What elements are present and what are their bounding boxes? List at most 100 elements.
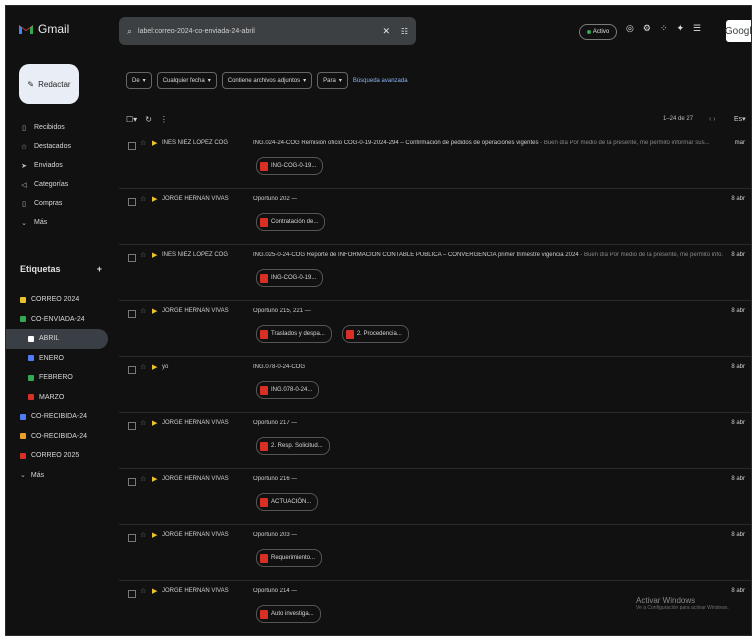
gmail-logo[interactable]: Gmail <box>18 22 69 36</box>
email-date: 8 abr <box>731 532 745 538</box>
attachment-chip[interactable]: ING.078-0-24... <box>256 381 320 399</box>
gemini-icon[interactable]: ⁘ <box>660 23 668 34</box>
important-marker-icon[interactable]: ▶ <box>152 587 157 595</box>
label-item[interactable]: ⌄ Más <box>6 466 118 486</box>
star-icon[interactable]: ☆ <box>140 475 146 483</box>
star-icon[interactable]: ☆ <box>140 307 146 315</box>
filter-chip[interactable]: Para ▾ <box>317 72 348 89</box>
status-button[interactable]: Activo <box>579 24 617 40</box>
label-item[interactable]: CO-RECIBIDA-24 <box>6 407 118 427</box>
star-icon[interactable]: ☆ <box>140 251 146 259</box>
nav-item[interactable]: ⌄ Más <box>6 213 118 232</box>
star-icon[interactable]: ☆ <box>140 419 146 427</box>
select-all-checkbox[interactable]: ☐▾ <box>126 115 137 124</box>
search-filters: De ▾ Cualquier fecha ▾ Contiene archivos adj… <box>126 72 408 89</box>
email-subject-line: ING.024-24-COG Remisión oficio COG-0-19-… <box>253 140 710 146</box>
filter-chip[interactable]: De ▾ <box>126 72 152 89</box>
filter-chip[interactable]: Cualquier fecha ▾ <box>156 72 217 89</box>
important-marker-icon[interactable]: ▶ <box>152 363 157 371</box>
row-checkbox[interactable] <box>128 534 136 542</box>
email-row[interactable]: ☆ ▶ yo ING.078-0-24-COG 8 abr ING.078-0-24... <box>119 357 751 413</box>
label-item[interactable]: ENERO <box>6 349 118 369</box>
pagination-arrows[interactable]: ‹ › <box>709 116 716 123</box>
apps-icon[interactable]: ☰ <box>693 23 701 34</box>
nav-item[interactable]: ☆ Destacados <box>6 137 118 156</box>
google-account-button[interactable]: Google <box>725 20 751 42</box>
label-item[interactable]: CORREO 2024 <box>6 290 118 310</box>
label-item[interactable]: ABRIL <box>6 329 108 349</box>
row-checkbox[interactable] <box>128 478 136 486</box>
attachment-chip[interactable]: ACTUACIÓN... <box>256 493 319 511</box>
nav-item[interactable]: ▯ Recibidos <box>6 118 118 137</box>
more-options-icon[interactable]: ⋮ <box>160 115 168 124</box>
row-checkbox[interactable] <box>128 310 136 318</box>
labels-header: Etiquetas + <box>20 264 102 274</box>
add-label-icon[interactable]: + <box>97 264 102 274</box>
refresh-icon[interactable]: ↻ <box>145 115 152 124</box>
important-marker-icon[interactable]: ▶ <box>152 139 157 147</box>
important-marker-icon[interactable]: ▶ <box>152 307 157 315</box>
star-icon[interactable]: ☆ <box>140 587 146 595</box>
search-options-icon[interactable]: ☷ <box>401 27 408 36</box>
settings-icon[interactable]: ⚙ <box>643 23 651 34</box>
email-row[interactable]: ☆ ▶ JORGE HERNAN VIVAS Oportuno 217 — 8 abr 2… <box>119 413 751 469</box>
row-checkbox[interactable] <box>128 422 136 430</box>
clear-search-icon[interactable]: ✕ <box>382 26 390 37</box>
email-row[interactable]: ☆ ▶ INES NIEZ LOPEZ COG ING.024-24-COG Remi… <box>119 133 751 189</box>
star-icon[interactable]: ☆ <box>140 363 146 371</box>
label-item[interactable]: CO-ENVIADA-24 <box>6 310 118 330</box>
row-checkbox[interactable] <box>128 254 136 262</box>
attachment-chip[interactable]: Auto investiga... <box>256 605 321 623</box>
input-tools-button[interactable]: Es▾ <box>734 115 746 123</box>
email-subject: Oportuno 217 — <box>253 420 298 426</box>
compose-button[interactable]: ✎ Redactar <box>19 64 79 104</box>
filter-chip-label: Para <box>323 77 336 84</box>
row-checkbox[interactable] <box>128 590 136 598</box>
important-marker-icon[interactable]: ▶ <box>152 531 157 539</box>
label-item[interactable]: CORREO 2025 <box>6 446 118 466</box>
email-row[interactable]: ☆ ▶ INES NIEZ LOPEZ COG ING.025-0-24-COG Re… <box>119 245 751 301</box>
nav-item[interactable]: ◁ Categorías <box>6 175 118 194</box>
attachment-chip[interactable]: Traslados y despa... <box>256 325 332 343</box>
status-label: Activo <box>592 29 610 35</box>
star-icon[interactable]: ☆ <box>140 139 146 147</box>
important-marker-icon[interactable]: ▶ <box>152 419 157 427</box>
nav-item-label: Compras <box>34 200 63 207</box>
label-item[interactable]: FEBRERO <box>6 368 118 388</box>
label-item[interactable]: CO-RECIBIDA-24 <box>6 427 118 447</box>
attachment-chip[interactable]: Contratación de... <box>256 213 326 231</box>
label-color-icon <box>20 296 26 303</box>
email-subject-line: Oportuno 214 — <box>253 588 297 594</box>
search-icon[interactable]: ⌕ <box>127 26 132 37</box>
email-row[interactable]: ☆ ▶ JORGE HERNAN VIVAS Oportuno 203 — 8 abr R… <box>119 525 751 581</box>
attachment-chip[interactable]: ING-COG-0-19... <box>256 269 324 287</box>
email-row[interactable]: ☆ ▶ JORGE HERNAN VIVAS Oportuno 202 — 8 abr C… <box>119 189 751 245</box>
advanced-search-link[interactable]: Búsqueda avanzada <box>353 78 408 84</box>
row-checkbox[interactable] <box>128 366 136 374</box>
important-marker-icon[interactable]: ▶ <box>152 475 157 483</box>
label-item[interactable]: MARZO <box>6 388 118 408</box>
search-bar[interactable]: ⌕ label:correo-2024-co-enviada-24-abril … <box>119 17 416 45</box>
attachment-chip[interactable]: ING-COG-0-19... <box>256 157 324 175</box>
email-row[interactable]: ☆ ▶ JORGE HERNAN VIVAS Oportuno 216 — 8 abr A… <box>119 469 751 525</box>
filter-chip[interactable]: Contiene archivos adjuntos ▾ <box>221 72 313 89</box>
row-checkbox[interactable] <box>128 142 136 150</box>
attachment-name: Contratación de... <box>271 219 319 225</box>
attachment-chip[interactable]: Requerimiento... <box>256 549 323 567</box>
important-marker-icon[interactable]: ▶ <box>152 251 157 259</box>
attachments: Requerimiento... <box>256 549 323 567</box>
important-marker-icon[interactable]: ▶ <box>152 195 157 203</box>
star-icon[interactable]: ☆ <box>140 195 146 203</box>
row-checkbox[interactable] <box>128 198 136 206</box>
email-row[interactable]: ☆ ▶ JORGE HERNAN VIVAS Oportuno 215, 221 — 8… <box>119 301 751 357</box>
label-color-icon <box>28 374 34 381</box>
attachment-chip[interactable]: 2. Resp. Solicitud... <box>256 437 330 455</box>
attachment-chip[interactable]: 2. Procedencia... <box>341 325 409 343</box>
search-input[interactable]: label:correo-2024-co-enviada-24-abril <box>138 28 255 35</box>
star-icon[interactable]: ☆ <box>140 531 146 539</box>
support-icon[interactable]: ◎ <box>626 23 634 34</box>
nav-item[interactable]: ▯ Compras <box>6 194 118 213</box>
nav-item[interactable]: ➤ Enviados <box>6 156 118 175</box>
label-name: ABRIL <box>39 335 60 343</box>
sparkle-icon[interactable]: ✦ <box>676 23 684 34</box>
